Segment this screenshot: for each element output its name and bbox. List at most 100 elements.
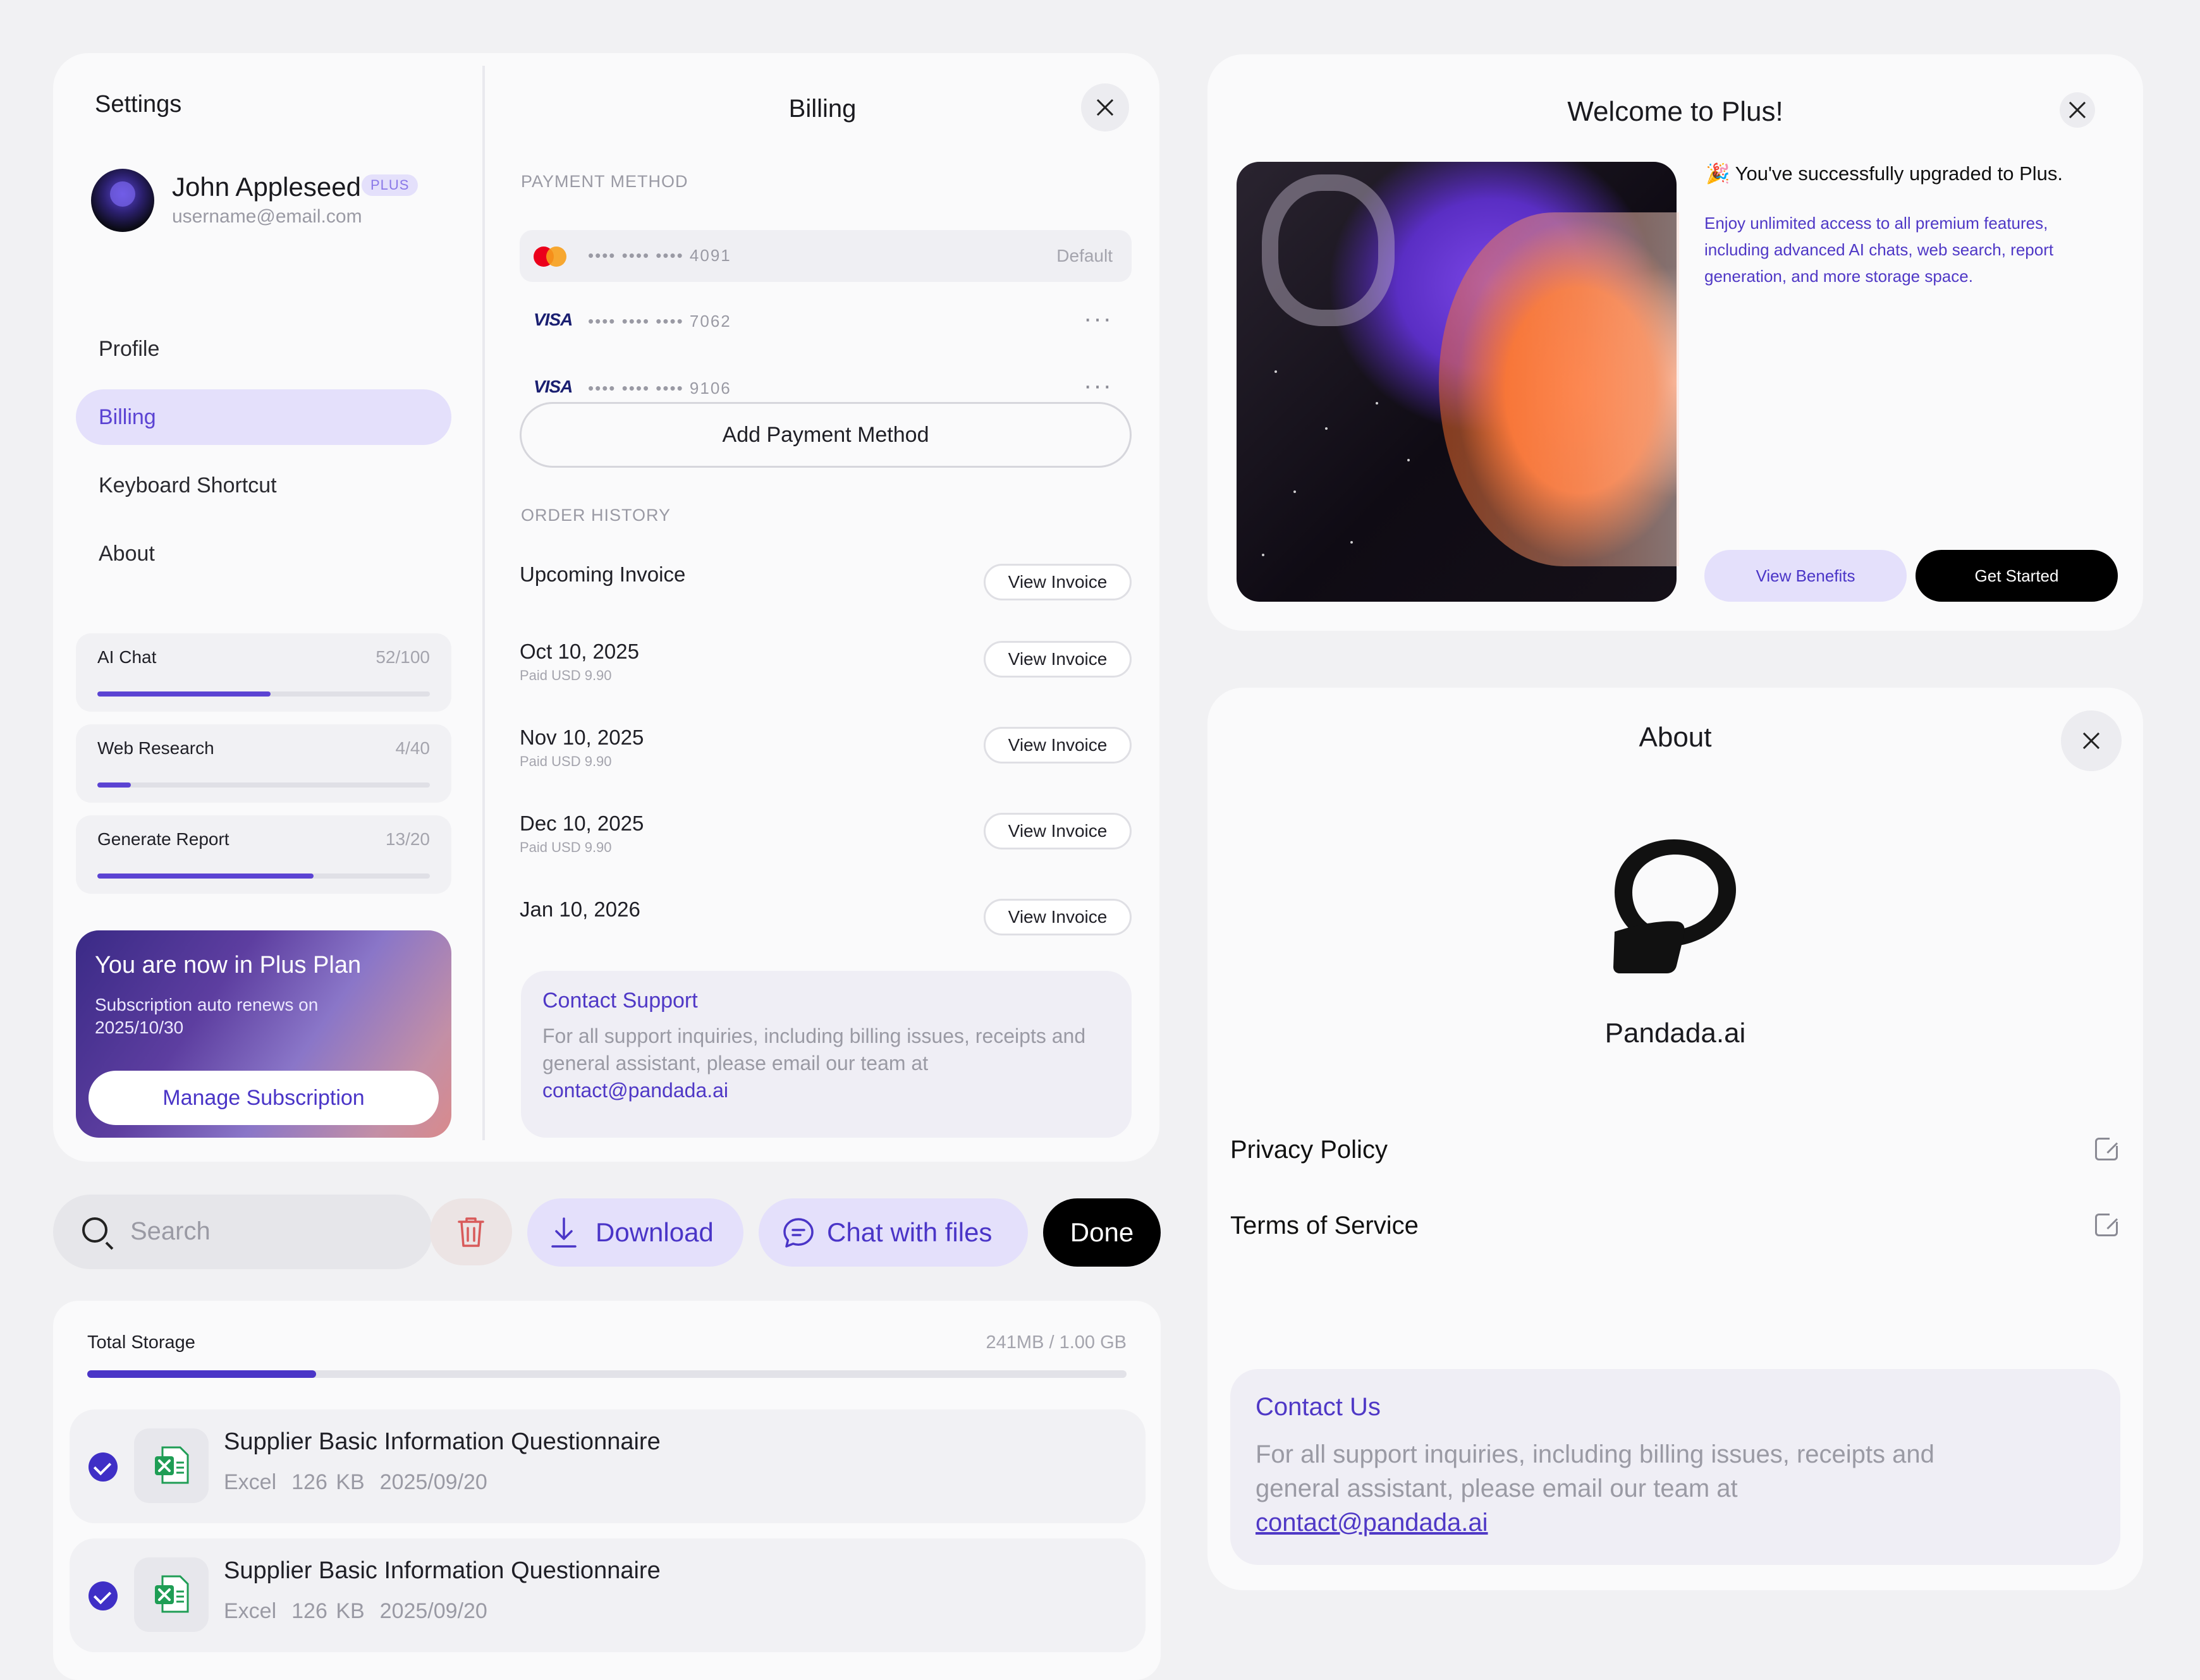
user-email: username@email.com (172, 206, 362, 227)
chat-with-files-button[interactable]: Chat with files (759, 1198, 1028, 1267)
file-name: Supplier Basic Information Questionnaire (224, 1557, 661, 1584)
terms-of-service-label: Terms of Service (1230, 1212, 1419, 1239)
manage-subscription-button[interactable]: Manage Subscription (89, 1071, 439, 1125)
avatar[interactable] (91, 169, 154, 232)
search-input[interactable] (129, 1214, 407, 1249)
plan-renewal-text: Subscription auto renews on 2025/10/30 (95, 995, 319, 1037)
view-invoice-button[interactable]: View Invoice (984, 564, 1132, 600)
usage-label: Generate Report (97, 829, 229, 849)
order-date: Nov 10, 2025 (520, 726, 644, 749)
usage-progress-fill (97, 873, 314, 879)
usage-label: AI Chat (97, 647, 157, 667)
storage-panel: Total Storage 241MB / 1.00 GB Supplier B… (53, 1301, 1161, 1680)
view-benefits-button[interactable]: View Benefits (1704, 550, 1907, 602)
more-options-icon[interactable]: ··· (1084, 372, 1113, 400)
search-bar[interactable] (53, 1195, 432, 1269)
order-row: Upcoming Invoice View Invoice (520, 563, 1132, 632)
checkbox-checked-icon[interactable] (89, 1452, 118, 1482)
file-row[interactable]: Supplier Basic Information Questionnaire… (70, 1409, 1146, 1523)
external-link-icon (2095, 1136, 2120, 1160)
contact-support-text: For all support inquiries, including bil… (542, 1023, 1111, 1104)
external-link-icon (2095, 1212, 2120, 1236)
usage-label: Web Research (97, 738, 214, 758)
usage-web-research: Web Research 4/40 (76, 724, 451, 803)
usage-progress-track (97, 691, 430, 697)
face-profile-shape (1439, 212, 1679, 566)
view-invoice-button[interactable]: View Invoice (984, 727, 1132, 764)
card-digits: •••• •••• •••• 7062 (588, 312, 731, 331)
done-button[interactable]: Done (1043, 1198, 1161, 1267)
order-date: Dec 10, 2025 (520, 812, 644, 835)
order-date: Upcoming Invoice (520, 563, 686, 586)
usage-count: 13/20 (385, 829, 430, 849)
excel-file-icon (134, 1428, 209, 1503)
astronaut-helmet-shape (1262, 174, 1395, 326)
download-label: Download (596, 1217, 714, 1247)
star (1325, 427, 1328, 430)
delete-button[interactable] (430, 1198, 512, 1265)
billing-title: Billing (788, 95, 857, 123)
trash-icon (458, 1217, 484, 1247)
plan-card: You are now in Plus Plan Subscription au… (76, 930, 451, 1138)
file-type: Excel (224, 1470, 277, 1494)
welcome-title: Welcome to Plus! (1567, 96, 1783, 127)
add-payment-method-button[interactable]: Add Payment Method (520, 402, 1132, 468)
star (1293, 490, 1296, 493)
file-meta: Excel 126 KB 2025/09/20 (224, 1599, 503, 1624)
usage-generate-report: Generate Report 13/20 (76, 815, 451, 894)
order-paid: Paid USD 9.90 (520, 839, 612, 855)
star (1274, 370, 1277, 373)
star (1262, 554, 1264, 556)
excel-file-icon (134, 1557, 209, 1632)
file-date: 2025/09/20 (379, 1599, 487, 1623)
about-title: About (1639, 722, 1712, 753)
nav-item-profile[interactable]: Profile (76, 321, 451, 377)
view-invoice-button[interactable]: View Invoice (984, 813, 1132, 849)
checkbox-checked-icon[interactable] (89, 1581, 118, 1610)
star (1407, 459, 1410, 461)
contact-us-box: Contact Us For all support inquiries, in… (1230, 1369, 2120, 1565)
visa-icon: VISA (534, 310, 573, 329)
support-text: For all support inquiries, including bil… (542, 1025, 1086, 1074)
payment-card-row[interactable]: •••• •••• •••• 4091 Default (520, 230, 1132, 282)
privacy-policy-link[interactable]: Privacy Policy (1230, 1128, 2120, 1172)
support-email-link[interactable]: contact@pandada.ai (542, 1079, 728, 1102)
welcome-headline-text: You've successfully upgraded to Plus. (1735, 162, 2063, 185)
usage-count: 52/100 (376, 647, 430, 667)
order-date: Oct 10, 2025 (520, 640, 639, 663)
contact-text: For all support inquiries, including bil… (1256, 1440, 1934, 1502)
card-digits: •••• •••• •••• 9106 (588, 379, 731, 398)
chat-with-files-label: Chat with files (827, 1217, 993, 1247)
file-size: 126 KB (291, 1599, 365, 1623)
close-icon[interactable] (2060, 92, 2095, 128)
contact-us-title: Contact Us (1256, 1393, 1381, 1421)
more-options-icon[interactable]: ··· (1084, 305, 1113, 333)
payment-card-row[interactable]: VISA •••• •••• •••• 7062 ··· (520, 296, 1132, 348)
payment-method-label: PAYMENT METHOD (521, 172, 688, 191)
download-button[interactable]: Download (527, 1198, 743, 1267)
contact-email-link[interactable]: contact@pandada.ai (1256, 1509, 1488, 1537)
view-invoice-button[interactable]: View Invoice (984, 899, 1132, 935)
terms-of-service-link[interactable]: Terms of Service (1230, 1203, 2120, 1248)
get-started-button[interactable]: Get Started (1916, 550, 2118, 602)
order-history-label: ORDER HISTORY (521, 506, 671, 525)
about-dialog: About Pandada.ai Privacy Policy Terms of… (1207, 688, 2143, 1590)
hero-illustration (1237, 162, 1679, 602)
plan-badge: PLUS (362, 174, 419, 196)
storage-progress-fill (87, 1370, 316, 1378)
file-row[interactable]: Supplier Basic Information Questionnaire… (70, 1538, 1146, 1652)
storage-title: Total Storage (87, 1332, 195, 1353)
visa-icon: VISA (534, 377, 573, 396)
file-size: 126 KB (291, 1470, 365, 1494)
usage-count: 4/40 (395, 738, 431, 758)
nav-item-keyboard-shortcut[interactable]: Keyboard Shortcut (76, 458, 451, 513)
nav-item-billing[interactable]: Billing (76, 389, 451, 445)
plan-title: You are now in Plus Plan (95, 952, 362, 978)
order-row: Oct 10, 2025 Paid USD 9.90 View Invoice (520, 640, 1132, 709)
privacy-policy-label: Privacy Policy (1230, 1136, 1388, 1164)
brand-name: Pandada.ai (1604, 1018, 1746, 1049)
view-invoice-button[interactable]: View Invoice (984, 641, 1132, 678)
close-icon[interactable] (1081, 83, 1129, 131)
nav-item-about[interactable]: About (76, 526, 451, 581)
close-icon[interactable] (2061, 710, 2122, 771)
